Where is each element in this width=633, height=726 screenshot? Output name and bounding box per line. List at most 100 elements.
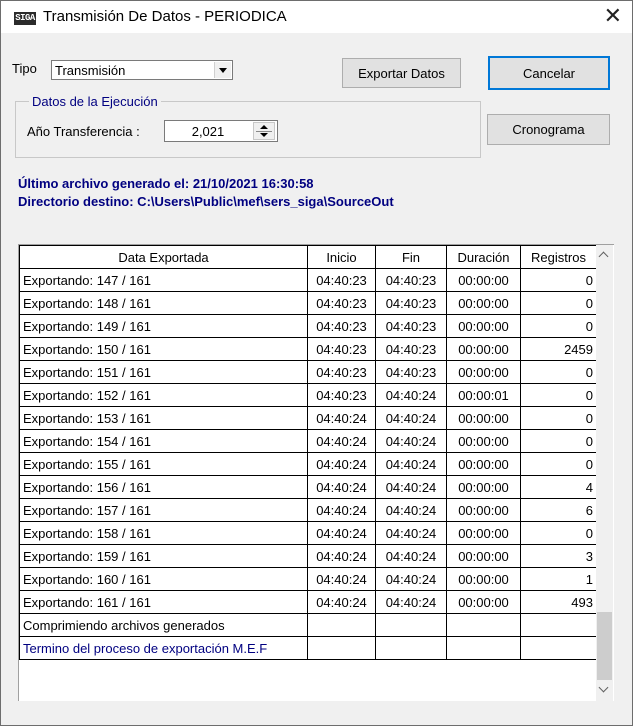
table-row[interactable]: Exportando: 149 / 161 04:40:23 04:40:23 00:… bbox=[19, 314, 597, 338]
close-icon[interactable]: ✕ bbox=[604, 4, 622, 28]
cell-data: Exportando: 147 / 161 bbox=[19, 268, 308, 292]
cell-duration: 00:00:00 bbox=[446, 268, 521, 292]
export-data-label: Exportar Datos bbox=[358, 66, 445, 81]
schedule-label: Cronograma bbox=[512, 122, 585, 137]
cell-end: 04:40:23 bbox=[375, 268, 447, 292]
cell-start: 04:40:23 bbox=[307, 337, 376, 361]
cell-data: Exportando: 150 / 161 bbox=[19, 337, 308, 361]
cell-end: 04:40:24 bbox=[375, 498, 447, 522]
tipo-dropdown-value: Transmisión bbox=[55, 63, 126, 78]
cell-start: 04:40:24 bbox=[307, 475, 376, 499]
cell-start: 04:40:24 bbox=[307, 544, 376, 568]
cell-start: 04:40:24 bbox=[307, 452, 376, 476]
cell-data: Exportando: 155 / 161 bbox=[19, 452, 308, 476]
title-bar: SIGA Transmisión De Datos - PERIODICA ✕ bbox=[1, 1, 632, 33]
table-row[interactable]: Exportando: 154 / 161 04:40:24 04:40:24 00:… bbox=[19, 429, 597, 453]
col-header-start[interactable]: Inicio bbox=[307, 245, 376, 269]
scroll-down-icon[interactable] bbox=[596, 682, 613, 699]
table-row[interactable]: Exportando: 150 / 161 04:40:23 04:40:23 00:… bbox=[19, 337, 597, 361]
tipo-label: Tipo bbox=[12, 61, 37, 76]
cell-end: 04:40:23 bbox=[375, 337, 447, 361]
cell-duration: 00:00:00 bbox=[446, 498, 521, 522]
cell-records: 4 bbox=[520, 475, 597, 499]
cell-start bbox=[307, 613, 376, 637]
table-row[interactable]: Comprimiendo archivos generados bbox=[19, 613, 597, 637]
table-row[interactable]: Exportando: 151 / 161 04:40:23 04:40:23 00:… bbox=[19, 360, 597, 384]
table-row[interactable]: Exportando: 148 / 161 04:40:23 04:40:23 00:… bbox=[19, 291, 597, 315]
cell-end: 04:40:24 bbox=[375, 521, 447, 545]
schedule-button[interactable]: Cronograma bbox=[487, 114, 610, 145]
table-row[interactable]: Exportando: 156 / 161 04:40:24 04:40:24 00:… bbox=[19, 475, 597, 499]
year-spinner[interactable]: 2,021 bbox=[164, 120, 278, 142]
table-row[interactable]: Exportando: 161 / 161 04:40:24 04:40:24 00:… bbox=[19, 590, 597, 614]
cell-records: 0 bbox=[520, 521, 597, 545]
cell-start: 04:40:23 bbox=[307, 360, 376, 384]
table-row[interactable]: Exportando: 160 / 161 04:40:24 04:40:24 00:… bbox=[19, 567, 597, 591]
spinner-divider bbox=[256, 131, 272, 132]
table-row[interactable]: Exportando: 157 / 161 04:40:24 04:40:24 00:… bbox=[19, 498, 597, 522]
cell-data: Exportando: 161 / 161 bbox=[19, 590, 308, 614]
cell-records: 0 bbox=[520, 406, 597, 430]
scroll-thumb[interactable] bbox=[597, 612, 612, 680]
table-row[interactable]: Exportando: 153 / 161 04:40:24 04:40:24 00:… bbox=[19, 406, 597, 430]
table-body: Exportando: 147 / 161 04:40:23 04:40:23 00:… bbox=[19, 268, 597, 660]
cell-start: 04:40:23 bbox=[307, 314, 376, 338]
cell-start: 04:40:23 bbox=[307, 291, 376, 315]
spinner-buttons[interactable] bbox=[253, 122, 275, 140]
col-header-records[interactable]: Registros bbox=[520, 245, 597, 269]
year-value: 2,021 bbox=[191, 124, 225, 139]
cell-start: 04:40:23 bbox=[307, 383, 376, 407]
cell-duration: 00:00:00 bbox=[446, 567, 521, 591]
table-row[interactable]: Exportando: 159 / 161 04:40:24 04:40:24 00:… bbox=[19, 544, 597, 568]
cell-data: Exportando: 149 / 161 bbox=[19, 314, 308, 338]
last-file-info: Último archivo generado el: 21/10/2021 1… bbox=[18, 176, 314, 191]
cell-end: 04:40:24 bbox=[375, 429, 447, 453]
cell-duration: 00:00:00 bbox=[446, 590, 521, 614]
cell-start: 04:40:24 bbox=[307, 567, 376, 591]
col-header-data[interactable]: Data Exportada bbox=[19, 245, 308, 269]
cell-data: Exportando: 158 / 161 bbox=[19, 521, 308, 545]
dialog-window: SIGA Transmisión De Datos - PERIODICA ✕ … bbox=[0, 0, 633, 726]
export-table: Data Exportada Inicio Fin Duración Regis… bbox=[19, 245, 597, 660]
export-grid[interactable]: Data Exportada Inicio Fin Duración Regis… bbox=[18, 244, 614, 701]
table-row[interactable]: Termino del proceso de exportación M.E.F bbox=[19, 636, 597, 660]
cell-data: Exportando: 159 / 161 bbox=[19, 544, 308, 568]
cell-end: 04:40:23 bbox=[375, 360, 447, 384]
table-row[interactable]: Exportando: 147 / 161 04:40:23 04:40:23 00:… bbox=[19, 268, 597, 292]
cell-data: Exportando: 160 / 161 bbox=[19, 567, 308, 591]
scroll-up-icon[interactable] bbox=[596, 247, 613, 264]
cell-records: 1 bbox=[520, 567, 597, 591]
year-label: Año Transferencia : bbox=[27, 124, 140, 139]
cell-data: Termino del proceso de exportación M.E.F bbox=[19, 636, 308, 660]
table-row[interactable]: Exportando: 155 / 161 04:40:24 04:40:24 00:… bbox=[19, 452, 597, 476]
destination-info: Directorio destino: C:\Users\Public\mef\… bbox=[18, 194, 394, 209]
cell-start: 04:40:24 bbox=[307, 521, 376, 545]
vertical-scrollbar[interactable] bbox=[596, 245, 613, 701]
cell-data: Exportando: 156 / 161 bbox=[19, 475, 308, 499]
cell-end: 04:40:24 bbox=[375, 544, 447, 568]
spin-down-icon[interactable] bbox=[260, 133, 268, 137]
cell-duration: 00:00:00 bbox=[446, 291, 521, 315]
cell-records: 2459 bbox=[520, 337, 597, 361]
col-header-end[interactable]: Fin bbox=[375, 245, 447, 269]
spin-up-icon[interactable] bbox=[260, 125, 268, 129]
cell-start: 04:40:24 bbox=[307, 498, 376, 522]
table-row[interactable]: Exportando: 158 / 161 04:40:24 04:40:24 00:… bbox=[19, 521, 597, 545]
header-row: Data Exportada Inicio Fin Duración Regis… bbox=[19, 245, 597, 269]
cell-start: 04:40:23 bbox=[307, 268, 376, 292]
cell-records: 0 bbox=[520, 429, 597, 453]
app-logo-icon: SIGA bbox=[14, 12, 36, 25]
table-row[interactable]: Exportando: 152 / 161 04:40:23 04:40:24 00:… bbox=[19, 383, 597, 407]
cancel-button[interactable]: Cancelar bbox=[488, 56, 610, 90]
col-header-duration[interactable]: Duración bbox=[446, 245, 521, 269]
cell-records: 6 bbox=[520, 498, 597, 522]
cell-duration: 00:00:00 bbox=[446, 521, 521, 545]
chevron-down-icon[interactable] bbox=[214, 62, 231, 78]
tipo-dropdown[interactable]: Transmisión bbox=[51, 60, 233, 80]
cell-duration: 00:00:00 bbox=[446, 360, 521, 384]
cell-duration: 00:00:00 bbox=[446, 406, 521, 430]
cell-duration: 00:00:00 bbox=[446, 475, 521, 499]
cell-duration: 00:00:00 bbox=[446, 429, 521, 453]
cell-end: 04:40:24 bbox=[375, 475, 447, 499]
export-data-button[interactable]: Exportar Datos bbox=[342, 58, 461, 88]
